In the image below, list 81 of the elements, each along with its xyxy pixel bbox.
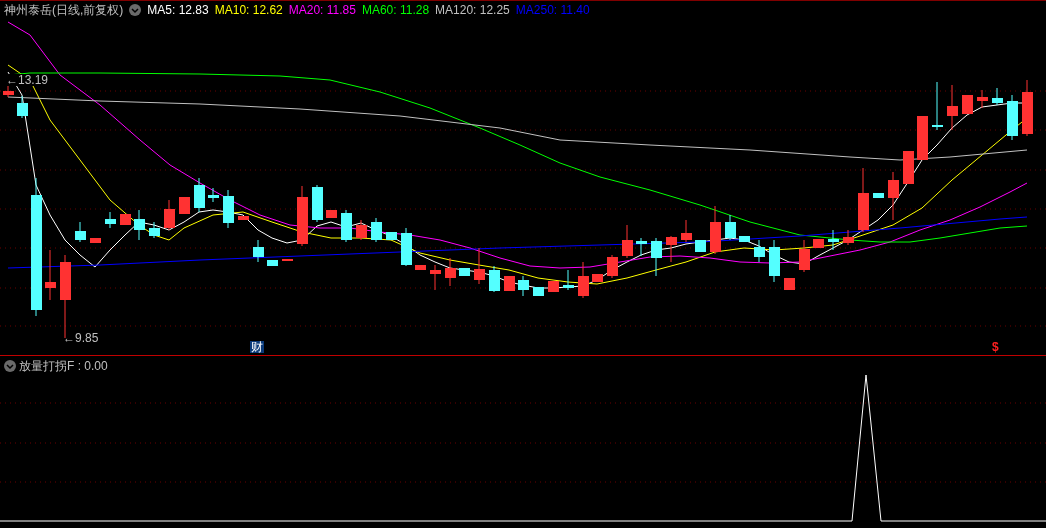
candlestick: [1022, 79, 1033, 137]
candlestick: [253, 239, 264, 263]
candlestick: [947, 84, 958, 131]
candlestick: [828, 229, 839, 251]
candlestick: [282, 258, 293, 262]
candlestick: [888, 171, 899, 221]
candlestick: [208, 187, 219, 203]
candlestick: [813, 238, 824, 249]
candlestick: [710, 205, 721, 255]
candlestick: [267, 259, 278, 267]
stock-title: 神州泰岳(日线,前复权): [4, 1, 124, 19]
candlestick: [651, 237, 662, 277]
candlestick: [858, 167, 869, 233]
indicator-title: 放量打拐F : 0.00: [19, 358, 108, 375]
finance-marker: 财: [250, 341, 264, 353]
moving-average-value: MA60: 11.28: [361, 1, 430, 19]
candlestick: [120, 213, 131, 226]
candlestick: [415, 264, 426, 271]
candlestick: [607, 254, 618, 279]
candlestick: [563, 269, 574, 291]
candlestick: [164, 199, 175, 231]
candlestick: [105, 211, 116, 229]
candlestick: [533, 286, 544, 297]
moving-average-value: MA20: 11.85: [288, 1, 356, 19]
candlestick: [223, 189, 234, 229]
candlestick: [459, 267, 470, 277]
candlestick: [238, 215, 249, 221]
candlestick: [1007, 94, 1018, 141]
candlestick: [179, 196, 190, 215]
candlestick: [297, 185, 308, 247]
candlestick: [75, 221, 86, 243]
moving-average-value: MA5: 12.83: [147, 1, 209, 19]
candlestick: [386, 231, 397, 241]
candlestick: [445, 257, 456, 287]
candlestick: [769, 239, 780, 283]
candlestick: [341, 209, 352, 243]
candlestick: [45, 249, 56, 301]
moving-average-value: MA10: 12.62: [214, 1, 283, 19]
candlestick: [371, 217, 382, 243]
candlestick: [17, 95, 28, 119]
price-high-label: ←13.19: [6, 74, 49, 86]
candlestick: [578, 261, 589, 299]
candlestick: [356, 219, 367, 241]
candlestick: [622, 224, 633, 259]
moving-average-value: MA250: 11.40: [515, 1, 590, 19]
candlestick: [90, 237, 101, 244]
candlestick: [725, 214, 736, 241]
candlestick: [873, 192, 884, 199]
candlestick: [474, 247, 485, 285]
candlestick: [636, 237, 647, 257]
candlestick: [518, 275, 529, 297]
candlestick: [784, 277, 795, 291]
price-low-label: ←9.85: [63, 332, 99, 344]
dropdown-icon[interactable]: [129, 3, 142, 16]
candlestick: [504, 275, 515, 292]
candlestick: [430, 264, 441, 291]
candlestick: [695, 239, 706, 253]
dropdown-icon[interactable]: [4, 360, 16, 372]
candlestick: [194, 177, 205, 213]
candlestick: [977, 89, 988, 109]
candlestick: [681, 219, 692, 243]
dividend-marker: $: [992, 341, 999, 353]
candlestick: [739, 235, 750, 243]
candlestick: [992, 87, 1003, 106]
candlestick: [917, 115, 928, 161]
candlestick: [843, 229, 854, 246]
candlestick: [149, 221, 160, 239]
candlestick: [592, 273, 603, 283]
candlestick: [548, 280, 559, 293]
candlestick: [326, 209, 337, 219]
candlestick: [489, 265, 500, 293]
candlestick: [903, 150, 914, 185]
candlestick: [134, 209, 145, 241]
candlestick: [401, 227, 412, 267]
candlestick: [799, 239, 810, 273]
candlestick: [932, 81, 943, 131]
candlestick: [754, 239, 765, 263]
candlestick: [666, 235, 677, 263]
candlestick: [312, 184, 323, 223]
candlestick: [962, 94, 973, 115]
moving-average-value: MA120: 12.25: [435, 1, 510, 19]
